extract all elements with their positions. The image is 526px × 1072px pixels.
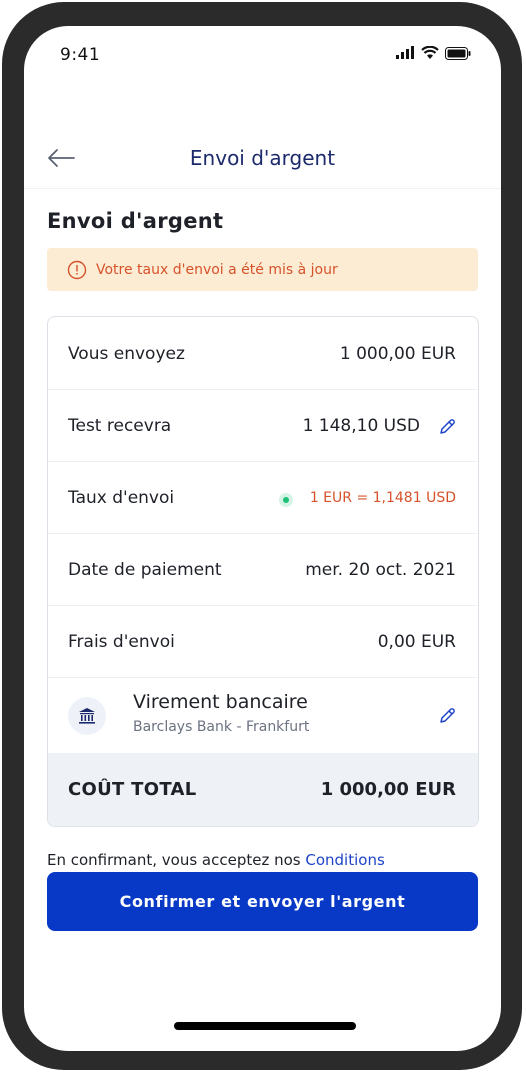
confirm-send-button[interactable]: Confirmer et envoyer l'argent bbox=[47, 872, 478, 931]
receive-amount-value: 1 148,10 USD bbox=[302, 416, 420, 436]
total-cost-row: COÛT TOTAL 1 000,00 EUR bbox=[48, 753, 478, 826]
fees-value: 0,00 EUR bbox=[377, 632, 456, 652]
payment-method-title: Virement bancaire bbox=[133, 691, 308, 713]
transfer-summary-card: Vous envoyez 1 000,00 EUR Test recevra 1… bbox=[47, 316, 479, 827]
send-amount-row: Vous envoyez 1 000,00 EUR bbox=[48, 317, 478, 390]
pencil-icon[interactable] bbox=[438, 418, 456, 436]
page-title: Envoi d'argent bbox=[47, 209, 224, 233]
signal-icon bbox=[396, 46, 414, 59]
pencil-icon[interactable] bbox=[438, 707, 456, 725]
rate-live-dot-icon bbox=[279, 493, 293, 507]
receive-amount-row: Test recevra 1 148,10 USD bbox=[48, 389, 478, 462]
payment-method-subtitle: Barclays Bank - Frankfurt bbox=[133, 719, 310, 735]
total-cost-label: COÛT TOTAL bbox=[68, 779, 197, 800]
send-amount-value: 1 000,00 EUR bbox=[339, 344, 456, 364]
status-icons bbox=[395, 46, 471, 60]
payment-date-row: Date de paiement mer. 20 oct. 2021 bbox=[48, 533, 478, 606]
screen: 9:41 Envoi d'argent Envoi d'argent Votre… bbox=[24, 26, 501, 1051]
battery-icon bbox=[445, 46, 471, 60]
exchange-rate-label: Taux d'envoi bbox=[68, 488, 175, 508]
terms-text: En confirmant, vous acceptez nos Conditi… bbox=[47, 851, 487, 869]
alert-text: Votre taux d'envoi a été mis à jour bbox=[96, 261, 338, 278]
rate-update-alert: Votre taux d'envoi a été mis à jour bbox=[47, 248, 478, 291]
terms-prefix: En confirmant, vous acceptez nos bbox=[47, 851, 306, 869]
total-cost-value: 1 000,00 EUR bbox=[320, 779, 456, 800]
exchange-rate-value: 1 EUR = 1,1481 USD bbox=[309, 490, 456, 506]
fees-row: Frais d'envoi 0,00 EUR bbox=[48, 605, 478, 678]
payment-date-value: mer. 20 oct. 2021 bbox=[305, 560, 456, 580]
phone-frame: 9:41 Envoi d'argent Envoi d'argent Votre… bbox=[2, 2, 522, 1070]
warning-circle-icon bbox=[67, 260, 87, 279]
send-amount-label: Vous envoyez bbox=[68, 344, 185, 364]
app-header: Envoi d'argent bbox=[24, 126, 501, 189]
header-title: Envoi d'argent bbox=[189, 146, 336, 170]
exchange-rate-row: Taux d'envoi 1 EUR = 1,1481 USD bbox=[48, 461, 478, 534]
bank-icon-circle bbox=[68, 697, 106, 735]
receive-amount-label: Test recevra bbox=[68, 416, 172, 436]
status-time: 9:41 bbox=[60, 45, 101, 65]
fees-label: Frais d'envoi bbox=[68, 632, 175, 652]
payment-method-row[interactable]: Virement bancaire Barclays Bank - Frankf… bbox=[48, 677, 478, 753]
home-indicator bbox=[174, 1022, 356, 1030]
payment-date-label: Date de paiement bbox=[68, 560, 222, 580]
conditions-link[interactable]: Conditions bbox=[305, 851, 384, 869]
bank-icon bbox=[79, 708, 95, 724]
wifi-icon bbox=[421, 46, 439, 59]
